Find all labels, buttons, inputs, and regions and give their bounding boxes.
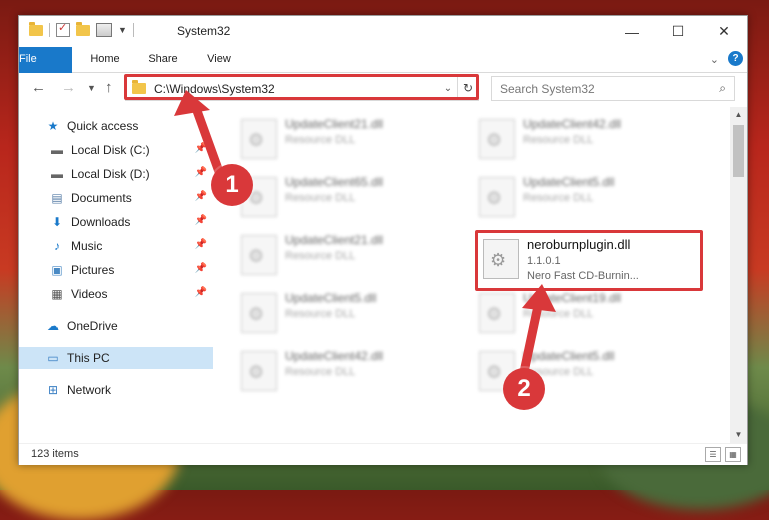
arrow-head-icon — [174, 90, 210, 116]
annotation-arrows — [174, 90, 556, 377]
arrow-to-file — [519, 301, 543, 377]
arrow-head-icon — [522, 284, 556, 312]
step-badge-2: 2 — [503, 368, 545, 410]
step-badge-1: 1 — [211, 164, 253, 206]
